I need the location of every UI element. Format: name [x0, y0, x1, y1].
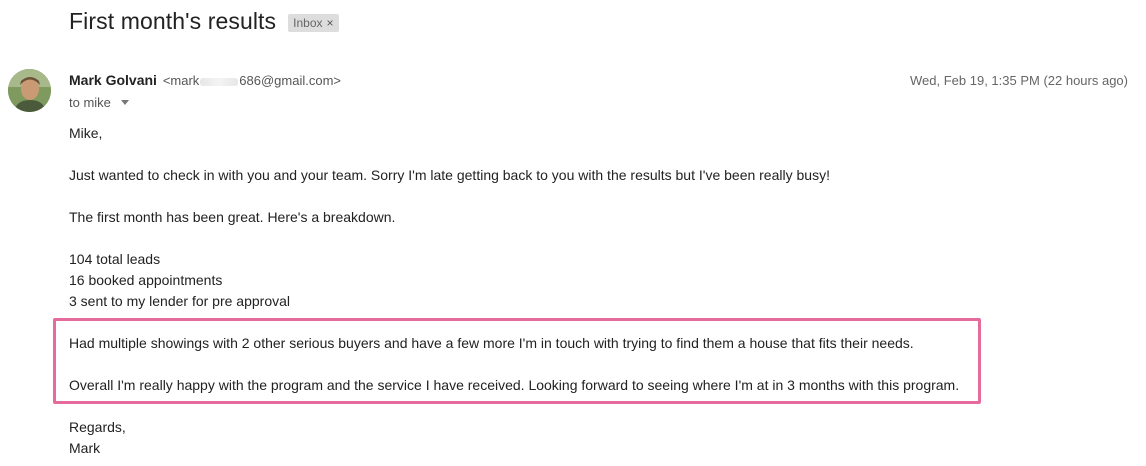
- sender-row: Mark Golvani <mark 686@gmail.com>: [69, 72, 341, 88]
- subject-row: First month's results Inbox ×: [69, 8, 339, 35]
- recipient-text: to mike: [69, 95, 111, 110]
- recipients-row[interactable]: to mike: [69, 95, 129, 110]
- chevron-down-icon[interactable]: [120, 100, 129, 105]
- email-subject: First month's results: [69, 8, 277, 34]
- body-line-1: Just wanted to check in with you and you…: [69, 167, 830, 183]
- closing: Regards,: [69, 419, 126, 435]
- inbox-label-text: Inbox: [293, 16, 323, 30]
- highlight-line-1: Had multiple showings with 2 other serio…: [69, 335, 914, 351]
- stat-lender: 3 sent to my lender for pre approval: [69, 293, 291, 309]
- inbox-label-chip[interactable]: Inbox ×: [288, 14, 339, 32]
- signature: Mark: [69, 440, 101, 456]
- close-icon[interactable]: ×: [327, 16, 334, 30]
- greeting: Mike,: [69, 125, 103, 141]
- highlight-line-2: Overall I'm really happy with the progra…: [69, 377, 960, 393]
- redacted-blur: [200, 77, 239, 86]
- sender-email: <mark 686@gmail.com>: [162, 73, 342, 88]
- stat-booked-appointments: 16 booked appointments: [69, 272, 223, 288]
- stat-total-leads: 104 total leads: [69, 251, 161, 267]
- sender-name[interactable]: Mark Golvani: [69, 72, 157, 88]
- email-date: Wed, Feb 19, 1:35 PM (22 hours ago): [910, 73, 1128, 88]
- body-line-2: The first month has been great. Here's a…: [69, 209, 396, 225]
- avatar[interactable]: [8, 69, 51, 112]
